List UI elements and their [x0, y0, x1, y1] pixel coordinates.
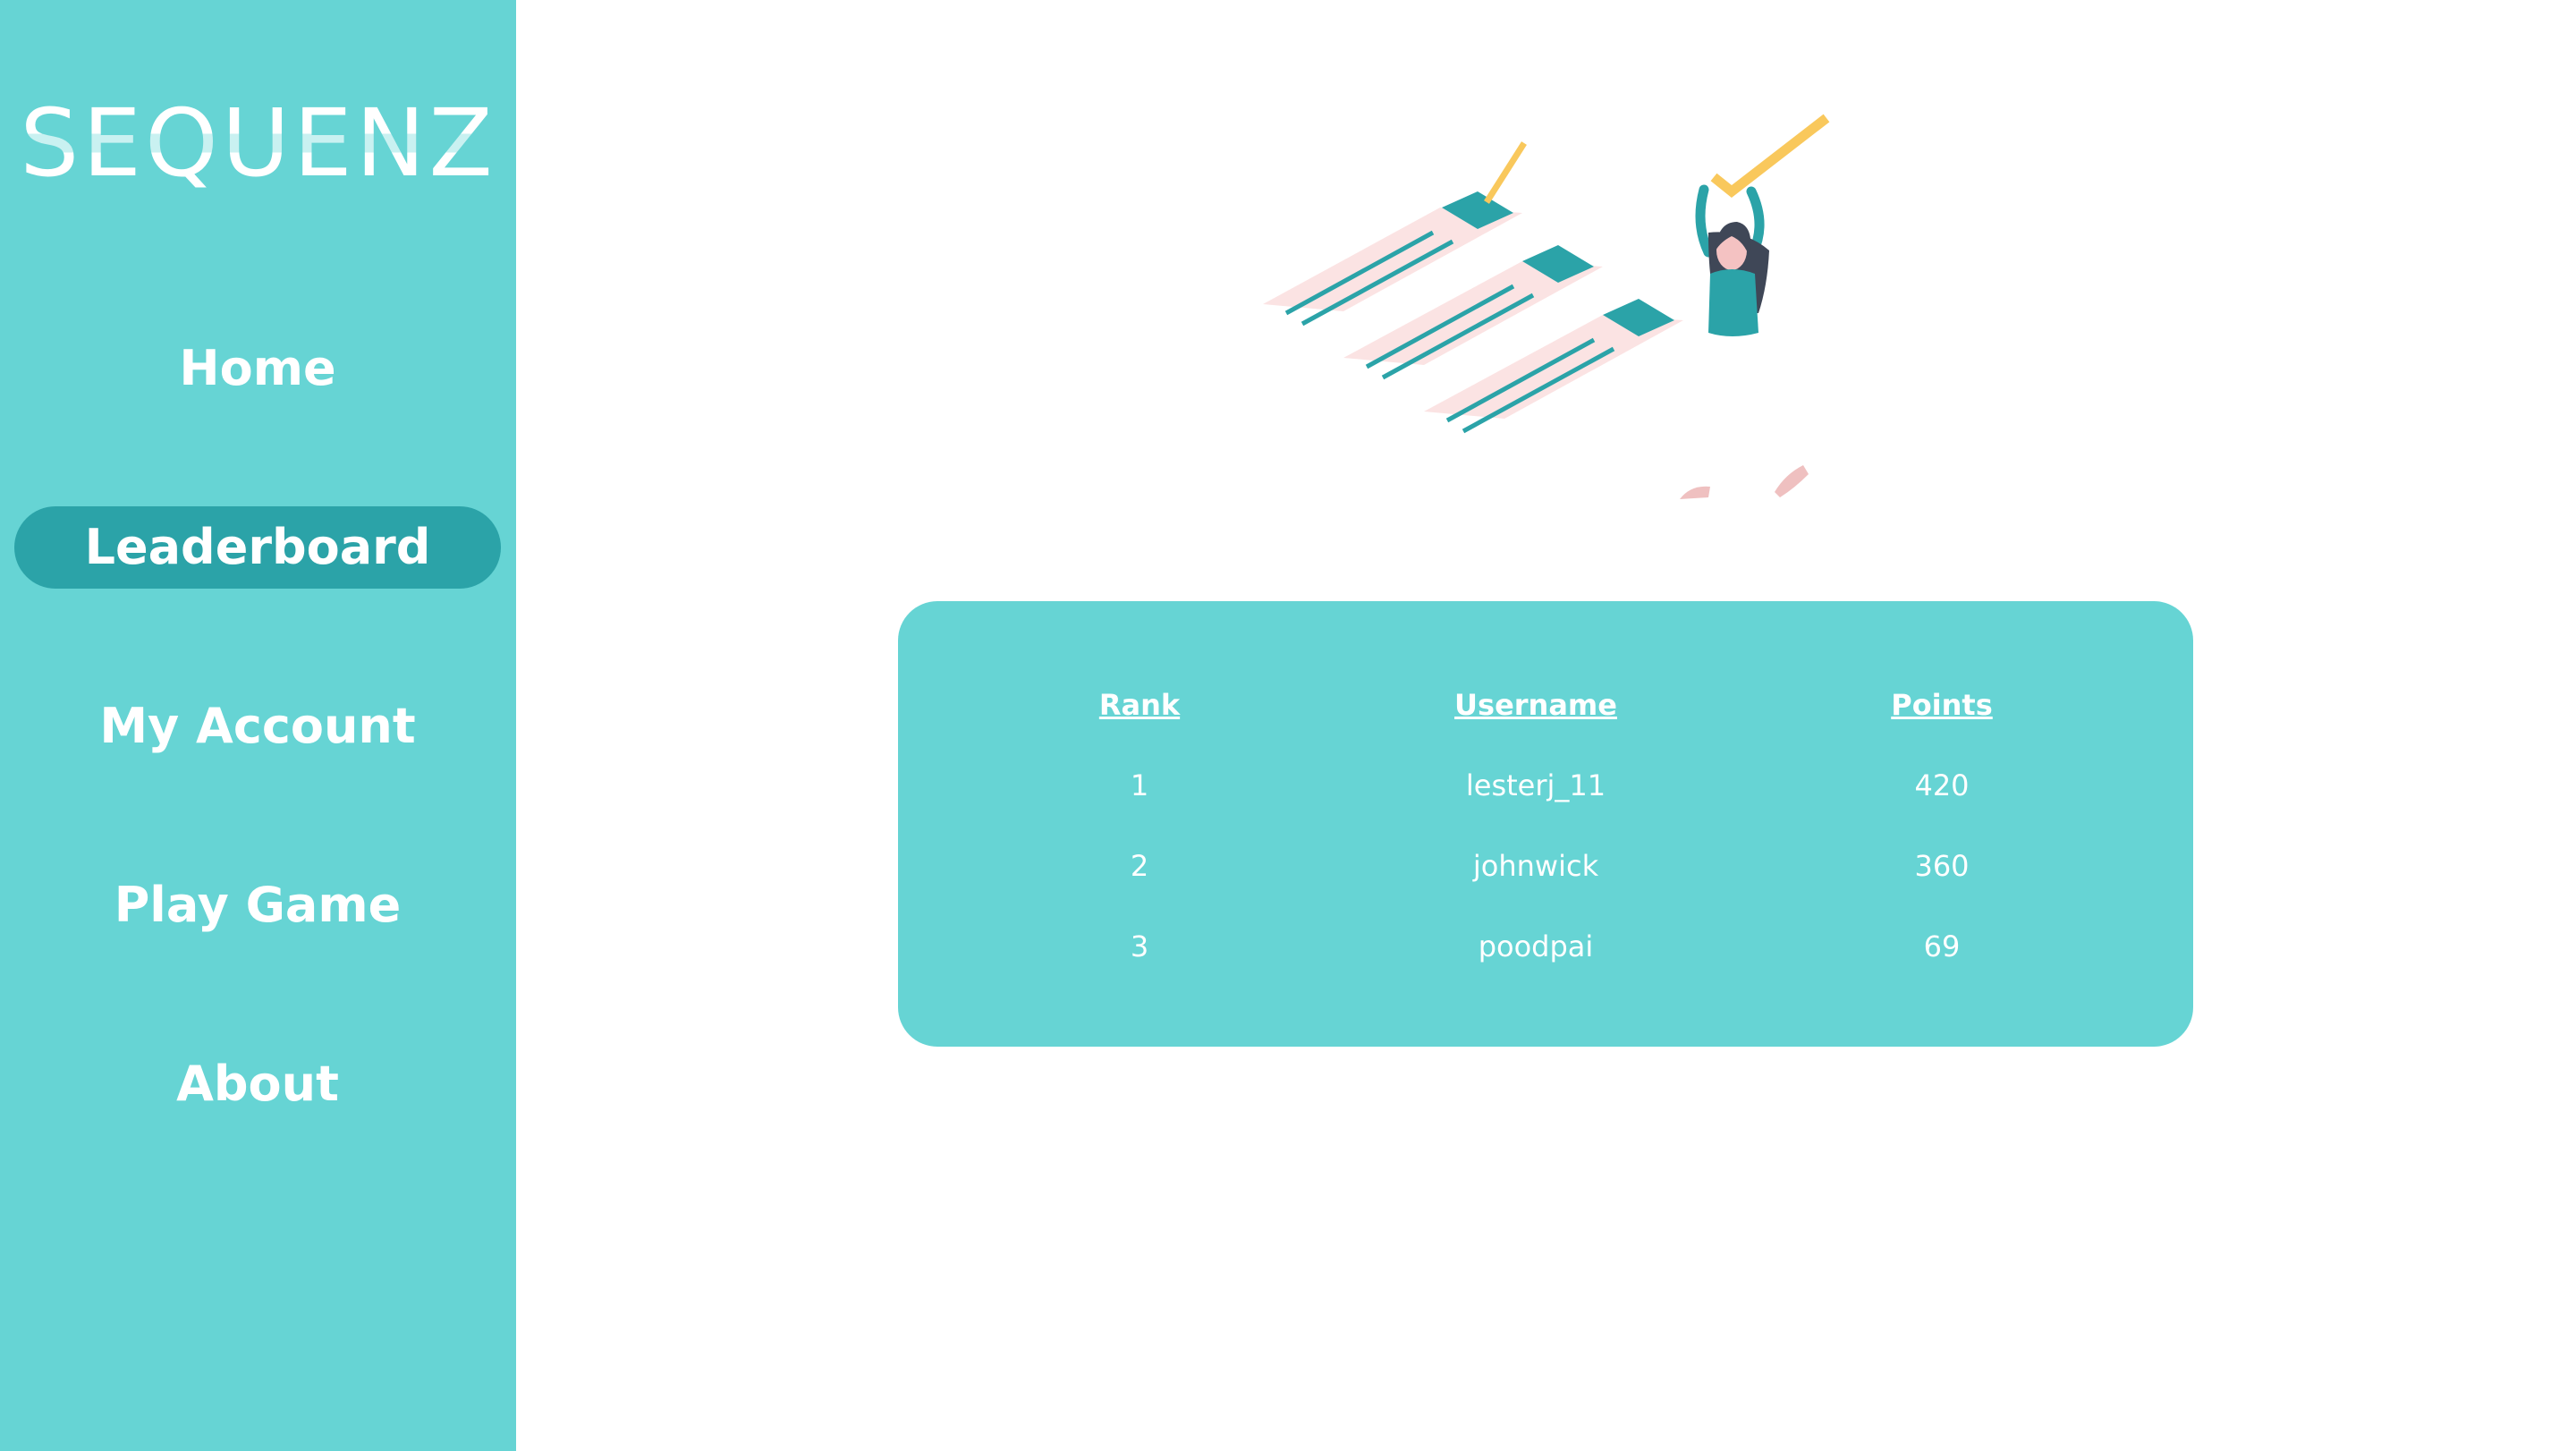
rank-cell: 3: [1130, 929, 1149, 963]
username-cell: johnwick: [1472, 849, 1599, 883]
sidebar-item-my-account[interactable]: My Account: [14, 685, 501, 768]
app-root: SEQUENZ Home Leaderboard My Account Play…: [0, 0, 2576, 1451]
points-cell: 360: [1914, 849, 1970, 883]
sidebar-item-about[interactable]: About: [14, 1043, 501, 1125]
username-cell: lesterj_11: [1465, 768, 1606, 802]
column-header-points[interactable]: Points: [1763, 678, 2121, 732]
woman-holding-checkmark-icon: [1680, 114, 1830, 499]
leaderboard-card: [898, 601, 2193, 1047]
rank-cell: 1: [1130, 768, 1149, 802]
sidebar-item-play-game[interactable]: Play Game: [14, 864, 501, 946]
table-row: 3 poodpai 69: [898, 920, 2193, 973]
username-cell: poodpai: [1478, 929, 1594, 963]
column-header-rank[interactable]: Rank: [961, 678, 1318, 732]
table-header-row: [898, 1279, 2193, 1333]
sidebar-item-home[interactable]: Home: [14, 327, 501, 410]
rank-cell: 2: [1130, 849, 1149, 883]
table-header-row: Rank Username Points: [898, 678, 2193, 732]
column-header-username[interactable]: Username: [1357, 678, 1715, 732]
app-logo[interactable]: SEQUENZ: [0, 85, 516, 201]
table-row: 2 johnwick 360: [898, 839, 2193, 893]
table-row: 1 lesterj_11 420: [898, 759, 2193, 812]
checklist-woman-illustration: [1263, 114, 1830, 499]
points-cell: 420: [1914, 768, 1970, 802]
points-cell: 69: [1923, 929, 1961, 963]
sidebar-item-leaderboard[interactable]: Leaderboard: [14, 506, 501, 589]
sidebar: SEQUENZ Home Leaderboard My Account Play…: [0, 0, 516, 1451]
